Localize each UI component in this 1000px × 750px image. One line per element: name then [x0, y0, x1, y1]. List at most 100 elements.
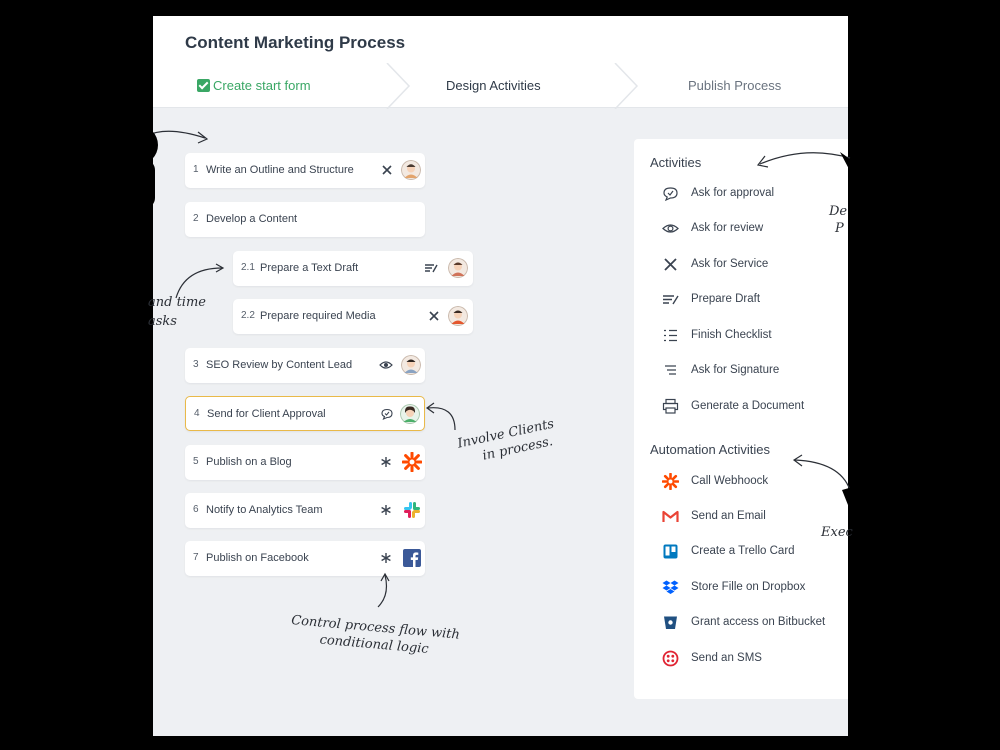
activity-label: Send an SMS — [691, 652, 762, 664]
task-label: Send for Client Approval — [207, 408, 326, 420]
task-3[interactable]: 3 SEO Review by Content Lead — [185, 348, 425, 383]
task-5[interactable]: 5 Publish on a Blog — [185, 445, 425, 480]
automation-store-file-dropbox[interactable]: Store Fille on Dropbox — [662, 578, 842, 598]
automation-grant-bitbucket[interactable]: Grant access on Bitbucket — [662, 613, 842, 633]
task-number: 3 — [193, 359, 199, 370]
task-label: SEO Review by Content Lead — [206, 359, 353, 371]
task-1[interactable]: 1 Write an Outline and Structure — [185, 153, 425, 188]
avatar — [448, 306, 468, 326]
task-6[interactable]: 6 Notify to Analytics Team — [185, 493, 425, 528]
process-editor-window: Content Marketing Process Create start f… — [153, 16, 848, 736]
annotation-mask — [848, 192, 952, 238]
task-number: 1 — [193, 164, 199, 175]
printer-icon — [662, 398, 679, 414]
avatar — [448, 258, 468, 278]
annotation-deadline: and time — [148, 295, 206, 310]
checklist-icon — [664, 329, 677, 342]
annotation-design: De P — [829, 203, 847, 237]
zapier-icon — [662, 473, 679, 490]
automation-heading: Automation Activities — [650, 442, 770, 457]
task-label: Publish on a Blog — [206, 456, 292, 468]
automation-call-webhook[interactable]: Call Webhoock — [662, 472, 842, 492]
task-label: Notify to Analytics Team — [206, 504, 323, 516]
activity-finish-checklist[interactable]: Finish Checklist — [662, 326, 842, 346]
task-number: 2 — [193, 213, 199, 224]
activity-label: Send an Email — [691, 510, 766, 522]
zapier-logo — [402, 452, 422, 472]
service-icon — [664, 258, 677, 271]
annotation-mask — [98, 125, 158, 165]
service-icon — [429, 311, 439, 321]
avatar — [400, 404, 420, 424]
activity-ask-for-service[interactable]: Ask for Service — [662, 255, 842, 275]
step-separator-icon — [386, 63, 411, 109]
activity-label: Grant access on Bitbucket — [691, 616, 826, 628]
trello-icon — [663, 544, 678, 559]
activity-label: Ask for Signature — [691, 364, 780, 376]
task-2[interactable]: 2 Develop a Content — [185, 202, 425, 237]
activity-label: Ask for Service — [691, 258, 769, 270]
page-title: Content Marketing Process — [185, 33, 406, 52]
activities-panel: Activities Ask for approval Ask for revi… — [634, 139, 848, 699]
automation-create-trello-card[interactable]: Create a Trello Card — [662, 542, 842, 562]
activity-ask-for-review[interactable]: Ask for review — [662, 219, 842, 239]
annotation-line: P — [835, 221, 844, 236]
activity-ask-for-signature[interactable]: Ask for Signature — [662, 361, 842, 381]
task-number: 2.2 — [241, 310, 255, 321]
dropbox-icon — [662, 580, 679, 594]
task-label: Prepare required Media — [260, 310, 376, 322]
task-number: 4 — [194, 408, 200, 419]
wizard-steps: Create start form Design Activities Publ… — [153, 63, 848, 109]
step-create-start-form[interactable]: Create start form — [197, 64, 311, 108]
activity-label: Finish Checklist — [691, 329, 772, 341]
gmail-icon — [662, 510, 679, 522]
service-icon — [382, 165, 392, 175]
draft-icon — [425, 264, 438, 273]
facebook-logo — [403, 549, 421, 567]
activity-ask-for-approval[interactable]: Ask for approval — [662, 184, 842, 204]
task-number: 6 — [193, 504, 199, 515]
approval-icon — [663, 187, 678, 202]
task-label: Prepare a Text Draft — [260, 262, 359, 274]
activity-label: Call Webhoock — [691, 475, 769, 487]
activity-label: Prepare Draft — [691, 293, 761, 305]
step-label: Publish Process — [688, 78, 782, 93]
asterisk-icon — [381, 505, 391, 515]
annotation-mask — [848, 515, 976, 561]
slack-logo — [404, 502, 420, 518]
activity-label: Ask for review — [691, 222, 764, 234]
annotation-mask — [30, 300, 148, 340]
activity-label: Ask for approval — [691, 187, 775, 199]
step-separator-icon — [614, 63, 639, 109]
task-2-1[interactable]: 2.1 Prepare a Text Draft — [233, 251, 473, 286]
task-7[interactable]: 7 Publish on Facebook — [185, 541, 425, 576]
task-2-2[interactable]: 2.2 Prepare required Media — [233, 299, 473, 334]
activity-label: Create a Trello Card — [691, 545, 795, 557]
task-4[interactable]: 4 Send for Client Approval — [185, 396, 425, 431]
activity-generate-document[interactable]: Generate a Document — [662, 397, 842, 417]
annotation-mask — [15, 160, 155, 208]
signature-icon — [665, 365, 676, 375]
task-number: 5 — [193, 456, 199, 467]
header: Content Marketing Process Create start f… — [153, 16, 848, 109]
activity-prepare-draft[interactable]: Prepare Draft — [662, 290, 842, 310]
task-number: 2.1 — [241, 262, 255, 273]
avatar — [401, 355, 421, 375]
draft-icon — [663, 295, 679, 305]
twilio-icon — [662, 650, 679, 667]
asterisk-icon — [381, 457, 391, 467]
activities-heading: Activities — [650, 155, 702, 170]
annotation-line: De — [829, 204, 848, 219]
automation-send-sms[interactable]: Send an SMS — [662, 649, 842, 669]
step-publish-process[interactable]: Publish Process — [688, 64, 781, 108]
step-design-activities[interactable]: Design Activities — [446, 64, 541, 108]
activity-label: Generate a Document — [691, 400, 805, 412]
task-number: 7 — [193, 552, 199, 563]
annotation-execute: Exec — [821, 525, 853, 540]
avatar — [401, 160, 421, 180]
task-label: Write an Outline and Structure — [206, 164, 354, 176]
automation-send-email[interactable]: Send an Email — [662, 507, 842, 527]
eye-icon — [662, 224, 679, 233]
annotation-subtasks: asks — [148, 314, 177, 329]
approval-icon — [381, 408, 393, 421]
